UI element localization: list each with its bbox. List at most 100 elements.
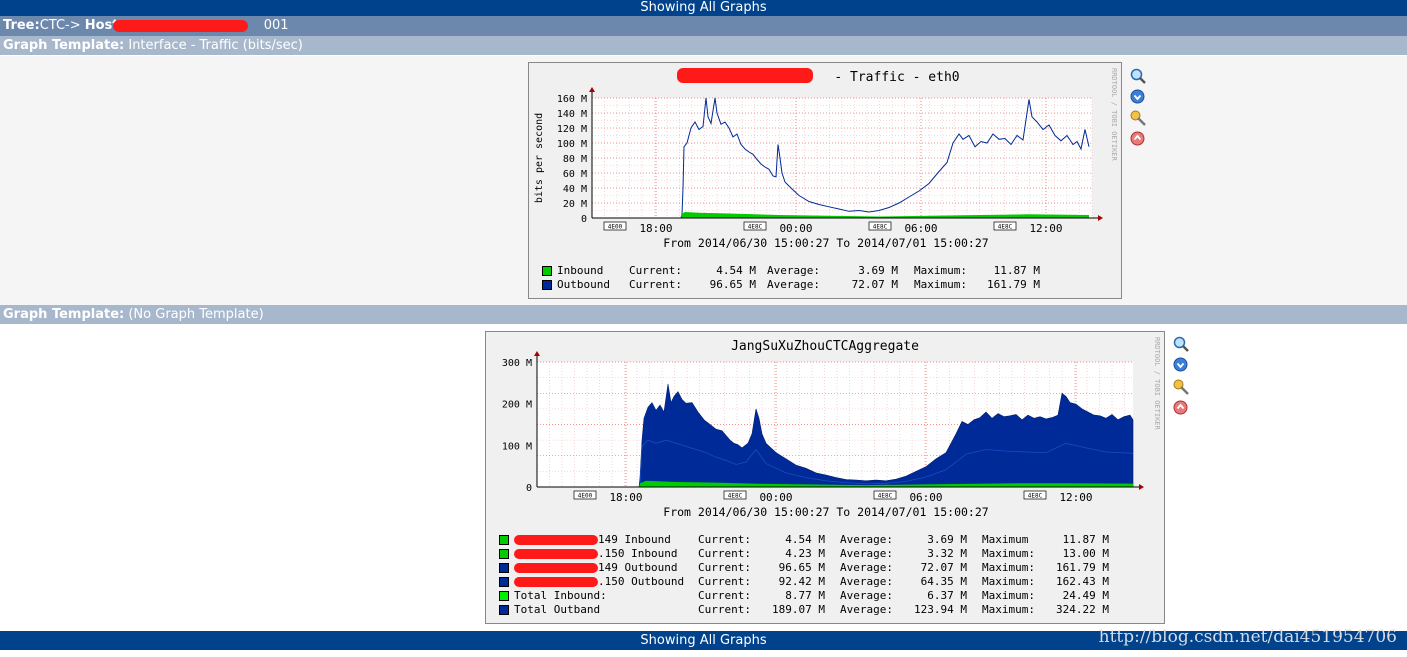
x-tick-label: 12:00: [1029, 222, 1062, 235]
legend: 149 Inbound Current: 4.54 M Average: 3.69 M M…: [499, 533, 1109, 617]
legend-current-value: 96.65 M: [709, 278, 756, 291]
legend-maximum-value: 24.49 M: [1062, 589, 1109, 602]
traffic-graph[interactable]: 160 M 140 M 120 M 100 M 80 M 60 M 40 M 20 M 0 4E0…: [528, 62, 1122, 299]
legend-maximum-value: 162.43 M: [1056, 575, 1109, 588]
legend-swatch: [499, 591, 509, 601]
legend-maximum-label: Maximum:: [982, 561, 1035, 574]
y-tick-label: 0: [526, 483, 532, 494]
legend-row: 149 Outbound Current: 96.65 M Average: 72.07…: [499, 561, 1109, 575]
legend-row: Inbound Current: 4.54 M Average: 3.69 M Maxim…: [542, 264, 1040, 278]
legend-average-value: 3.69 M: [927, 533, 967, 546]
download-icon[interactable]: [1173, 357, 1188, 372]
top-icon[interactable]: [1130, 131, 1145, 146]
aggregate-graph[interactable]: 300 M 200 M 100 M 0 4E00 18:00 4E8C 00:00 4E8C 06…: [485, 331, 1165, 624]
graph-title: JangSuXuZhouCTCAggregate: [731, 339, 919, 354]
rrdtool-credit: RRDTOOL / TOBI OETIKER: [1153, 337, 1161, 431]
time-period: From 2014/06/30 15:00:27 To 2014/07/01 1…: [663, 505, 989, 519]
legend-row: Outbound Current: 96.65 M Average: 72.07 M Ma…: [542, 278, 1040, 292]
legend-current-label: Current:: [698, 589, 751, 602]
week-tag: 4E8C: [1023, 490, 1047, 500]
x-tick-label: 18:00: [639, 222, 672, 235]
legend-average-label: Average:: [840, 575, 893, 588]
template-value: (No Graph Template): [128, 307, 264, 322]
zoom-icon[interactable]: [1173, 336, 1189, 352]
svg-text:4E8C: 4E8C: [873, 224, 888, 231]
zoom-icon[interactable]: [1130, 68, 1146, 84]
legend-redaction: [514, 549, 598, 559]
week-tag: 4E8C: [873, 490, 897, 500]
legend-maximum-value: 11.87 M: [993, 264, 1040, 277]
legend-row: Total Outband Current: 189.07 M Average: 123…: [499, 603, 1109, 617]
footer-title: Showing All Graphs: [640, 633, 767, 648]
legend-average-value: 6.37 M: [927, 589, 967, 602]
rrdtool-credit: RRDTOOL / TOBI OETIKER: [1110, 68, 1118, 162]
legend-average-value: 72.07 M: [920, 561, 967, 574]
template-label: Graph Template:: [3, 307, 125, 322]
legend-current-value: 92.42 M: [778, 575, 825, 588]
y-tick-label: 200 M: [502, 400, 532, 411]
legend-redaction: [514, 577, 598, 587]
x-tick-label: 06:00: [904, 222, 937, 235]
legend-swatch: [499, 577, 509, 587]
legend-current-value: 4.54 M: [716, 264, 756, 277]
legend-swatch: [542, 266, 552, 276]
x-tick-label: 00:00: [779, 222, 812, 235]
properties-icon[interactable]: [1130, 110, 1146, 126]
legend-name: Outbound: [557, 278, 610, 291]
legend-name: .150 Inbound: [598, 547, 678, 560]
svg-text:4E8C: 4E8C: [728, 493, 743, 500]
legend-average-label: Average:: [767, 278, 820, 291]
legend-average-value: 123.94 M: [914, 603, 967, 616]
week-tag: 4E8C: [868, 221, 892, 231]
legend-average-value: 72.07 M: [851, 278, 898, 291]
legend-average-label: Average:: [840, 603, 893, 616]
week-tag: 4E00: [573, 490, 597, 500]
y-tick-label: 100 M: [557, 139, 587, 150]
legend-average-label: Average:: [840, 547, 893, 560]
legend-maximum-label: Maximum:: [982, 589, 1035, 602]
legend-maximum-label: Maximum: [982, 533, 1029, 546]
top-header-bar: Showing All Graphs: [0, 0, 1407, 16]
legend-row: Total Inbound: Current: 8.77 M Average: 6.37…: [499, 589, 1109, 603]
legend-current-label: Current:: [698, 575, 751, 588]
y-tick-label: 120 M: [557, 124, 587, 135]
watermark: http://blog.csdn.net/dai451954706: [1098, 627, 1397, 647]
legend-maximum-value: 161.79 M: [1056, 561, 1109, 574]
legend-maximum-label: Maximum:: [982, 547, 1035, 560]
legend-current-value: 4.23 M: [785, 547, 825, 560]
host-value[interactable]: 001: [264, 18, 289, 33]
plot-grid: [591, 97, 1093, 219]
week-tag: 4E8C: [993, 221, 1017, 231]
svg-text:4E8C: 4E8C: [878, 493, 893, 500]
legend-average-label: Average:: [840, 589, 893, 602]
tree-breadcrumb: Tree:CTC-> Host: 001: [0, 16, 1407, 36]
legend-average-value: 64.35 M: [920, 575, 967, 588]
legend-maximum-value: 324.22 M: [1056, 603, 1109, 616]
week-tag: 4E00: [603, 221, 627, 231]
legend-maximum-value: 161.79 M: [987, 278, 1040, 291]
download-icon[interactable]: [1130, 89, 1145, 104]
legend-average-value: 3.69 M: [858, 264, 898, 277]
legend-current-value: 96.65 M: [778, 561, 825, 574]
legend-row: 149 Inbound Current: 4.54 M Average: 3.69 M M…: [499, 533, 1109, 547]
legend-name: Total Outband: [514, 603, 601, 616]
legend-maximum-label: Maximum:: [982, 575, 1035, 588]
y-tick-label: 0: [581, 214, 587, 225]
legend-swatch: [499, 563, 509, 573]
legend-name: Total Inbound:: [514, 589, 607, 602]
y-tick-label: 20 M: [563, 199, 587, 210]
header-title: Showing All Graphs: [640, 0, 767, 15]
y-tick-label: 60 M: [563, 169, 587, 180]
legend-name: 149 Outbound: [598, 561, 678, 574]
top-icon[interactable]: [1173, 400, 1188, 415]
legend-current-label: Current:: [698, 547, 751, 560]
legend: Inbound Current: 4.54 M Average: 3.69 M Maxim…: [542, 264, 1040, 292]
tree-value[interactable]: CTC->: [40, 18, 85, 33]
svg-text:4E00: 4E00: [578, 493, 593, 500]
legend-name: 149 Inbound: [598, 533, 671, 546]
y-tick-label: 160 M: [557, 94, 587, 105]
legend-name: .150 Outbound: [598, 575, 685, 588]
properties-icon[interactable]: [1173, 379, 1189, 395]
y-tick-label: 80 M: [563, 154, 587, 165]
x-tick-label: 00:00: [759, 491, 792, 504]
